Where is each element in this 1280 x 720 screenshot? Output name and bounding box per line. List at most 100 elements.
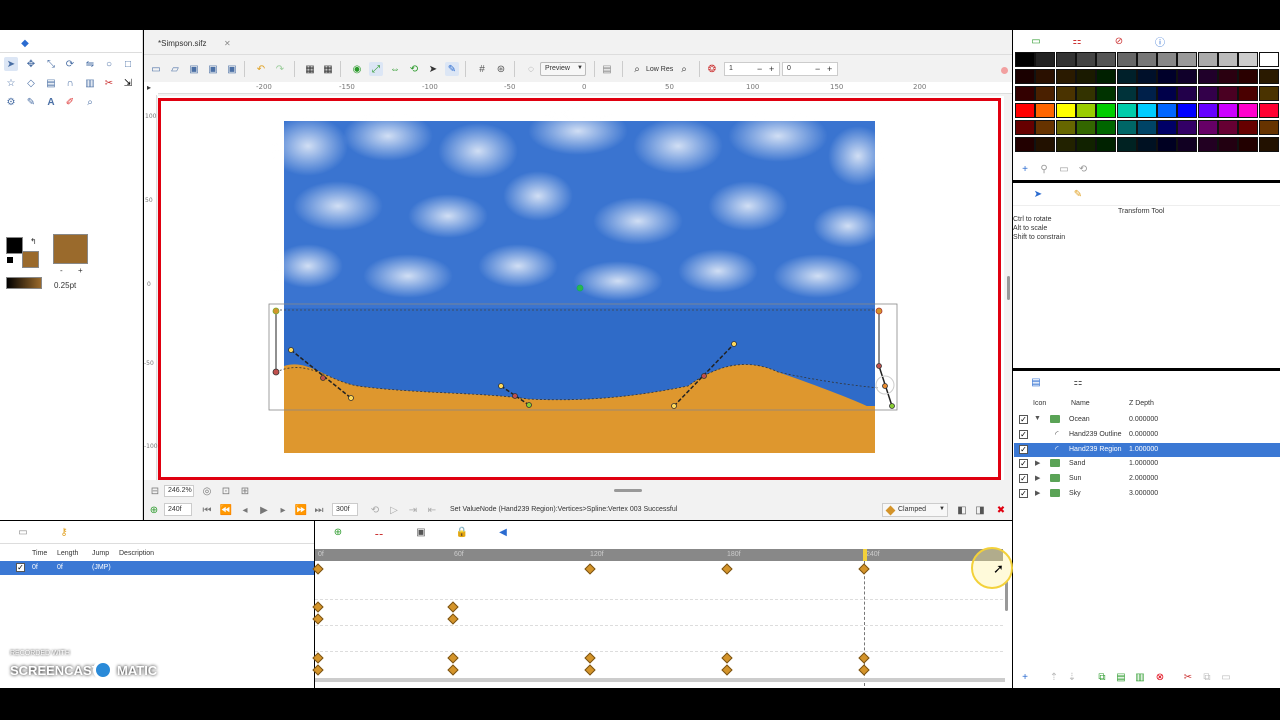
waypoint[interactable] xyxy=(858,664,870,676)
render-icon[interactable]: ▦ xyxy=(303,62,317,76)
time-cursor-marker[interactable] xyxy=(863,549,867,561)
delete-color-icon[interactable]: ⚲ xyxy=(1037,162,1051,176)
waypoint[interactable] xyxy=(312,652,324,664)
palette-swatch[interactable] xyxy=(1055,120,1076,135)
palette-swatch[interactable] xyxy=(1075,120,1096,135)
onion-future-field[interactable]: 0 − + xyxy=(782,62,838,76)
palette-swatch[interactable] xyxy=(1096,52,1117,67)
waypoint[interactable] xyxy=(447,601,459,613)
layer-visibility-checkbox[interactable]: ✓ xyxy=(1019,415,1028,424)
plus-icon[interactable]: + xyxy=(769,64,774,74)
zoom-out-icon[interactable]: ⌕ xyxy=(630,62,644,76)
raise-layer-icon[interactable]: ⇡ xyxy=(1047,670,1061,684)
smooth-move-tool-icon[interactable]: ✥ xyxy=(24,57,38,71)
show-handles-icon[interactable]: ◉ xyxy=(350,62,364,76)
palette-swatch[interactable] xyxy=(1157,137,1178,152)
waypoint[interactable] xyxy=(312,664,324,676)
palette-swatch[interactable] xyxy=(1075,52,1096,67)
canvas-artwork[interactable] xyxy=(158,96,1004,480)
palette-swatch[interactable] xyxy=(1055,69,1076,84)
palette-swatch[interactable] xyxy=(1258,120,1279,135)
palette-swatch[interactable] xyxy=(1116,52,1137,67)
zoom-fit-icon[interactable]: ◎ xyxy=(200,484,214,498)
layer-row-hand239-region[interactable]: ✓ ◜ Hand239 Region 1.000000 xyxy=(1014,443,1280,457)
end-time-field[interactable]: 300f xyxy=(332,503,358,516)
keyframes-tab-icon[interactable]: ⚷ xyxy=(57,525,71,539)
waypoint[interactable] xyxy=(721,652,733,664)
gradient-preview-large[interactable] xyxy=(53,234,88,264)
low-res-label[interactable]: Low Res xyxy=(646,66,673,73)
preview-dropdown[interactable]: Preview ▼ xyxy=(540,62,586,76)
canvas-browser-tab-icon[interactable]: ▭ xyxy=(16,525,30,539)
fill-color-swatch[interactable] xyxy=(22,251,39,268)
layer-row-sky[interactable]: ✓ ▶ Sky 3.000000 xyxy=(1014,487,1280,501)
onion-skin-icon[interactable]: ◌ xyxy=(524,62,538,76)
bounds-upper-icon[interactable]: ⇤ xyxy=(425,503,439,517)
palette-swatch[interactable] xyxy=(1015,137,1035,152)
play-bounds-icon[interactable]: ▷ xyxy=(387,503,401,517)
palette-swatch[interactable] xyxy=(1258,86,1279,101)
paste-layer-icon[interactable]: ▭ xyxy=(1219,670,1233,684)
palette-swatch[interactable] xyxy=(1238,52,1259,67)
zoom-tool-icon[interactable]: ⌕ xyxy=(83,95,97,109)
animation-mode-toggle-icon[interactable]: ✖ xyxy=(994,503,1008,517)
graphs-tab-icon[interactable]: ⚋ xyxy=(372,525,386,539)
snap-grid-icon[interactable]: ⊛ xyxy=(494,62,508,76)
palette-swatch[interactable] xyxy=(1218,69,1238,84)
palette-swatch[interactable] xyxy=(1116,137,1137,152)
save-all-icon[interactable]: ▣ xyxy=(225,62,239,76)
library-tab-icon[interactable]: ⓘ xyxy=(1153,34,1167,49)
keyframe-active-checkbox[interactable]: ✓ xyxy=(16,563,25,572)
palette-swatch[interactable] xyxy=(1197,52,1218,67)
loop-icon[interactable]: ⟲ xyxy=(368,503,382,517)
palette-swatch[interactable] xyxy=(1218,86,1238,101)
add-color-icon[interactable]: + xyxy=(1018,162,1032,176)
star-tool-icon[interactable]: ☆ xyxy=(4,76,18,90)
waypoint[interactable] xyxy=(312,613,324,625)
palette-swatch[interactable] xyxy=(1055,137,1076,152)
mirror-tool-icon[interactable]: ⇋ xyxy=(83,57,97,71)
palette-swatch[interactable] xyxy=(1055,86,1076,101)
prev-keyframe-icon[interactable]: ⏪ xyxy=(219,503,233,517)
open-palette-icon[interactable]: ▭ xyxy=(1057,162,1071,176)
minus-icon[interactable]: − xyxy=(757,64,762,74)
waypoint[interactable] xyxy=(584,563,596,575)
palette-swatch[interactable] xyxy=(1116,120,1137,135)
cut-layer-icon[interactable]: ✂ xyxy=(1181,670,1195,684)
palette-swatch[interactable] xyxy=(1238,137,1259,152)
next-frame-icon[interactable]: ▸ xyxy=(276,503,290,517)
close-tab-icon[interactable]: ✕ xyxy=(224,39,231,48)
palette-swatch[interactable] xyxy=(1116,103,1137,118)
palette-swatch[interactable] xyxy=(1177,137,1198,152)
next-keyframe-icon[interactable]: ⏩ xyxy=(294,503,308,517)
waypoint[interactable] xyxy=(447,652,459,664)
width-tool-icon[interactable]: ⇲ xyxy=(121,76,135,90)
waypoint[interactable] xyxy=(721,664,733,676)
palette-swatch[interactable] xyxy=(1136,52,1157,67)
palette-swatch[interactable] xyxy=(1075,103,1096,118)
palette-swatch[interactable] xyxy=(1035,103,1056,118)
expander-icon[interactable]: ▶ xyxy=(1035,489,1040,497)
outline-width-value[interactable]: 0.25pt xyxy=(54,281,76,290)
waypoint[interactable] xyxy=(584,652,596,664)
synfig-logo-icon[interactable]: ◆ xyxy=(18,36,32,50)
bone-tool-icon[interactable]: ⚙ xyxy=(4,95,18,109)
waypoint[interactable] xyxy=(312,563,324,575)
palette-swatch[interactable] xyxy=(1096,120,1117,135)
bone-ducks-icon[interactable]: ✎ xyxy=(445,62,459,76)
palette-swatch[interactable] xyxy=(1096,103,1117,118)
play-icon[interactable]: ▶ xyxy=(257,503,271,517)
eyedropper-tool-icon[interactable]: ✎ xyxy=(24,95,38,109)
palette-swatch[interactable] xyxy=(1055,52,1076,67)
expander-icon[interactable]: ▶ xyxy=(1035,459,1040,467)
bounds-lower-icon[interactable]: ⇥ xyxy=(406,503,420,517)
palette-swatch[interactable] xyxy=(1177,103,1198,118)
swap-colors-icon[interactable]: ↰ xyxy=(30,237,37,246)
palette-swatch[interactable] xyxy=(1015,69,1035,84)
layer-visibility-checkbox[interactable]: ✓ xyxy=(1019,430,1028,439)
sketch-tool-icon[interactable]: ✐ xyxy=(63,95,77,109)
palette-swatch[interactable] xyxy=(1157,69,1178,84)
palette-swatch[interactable] xyxy=(1197,86,1218,101)
layer-row-ocean[interactable]: ✓ ▼ Ocean 0.000000 xyxy=(1014,413,1280,427)
seek-begin-icon[interactable]: ⏮ xyxy=(200,503,214,517)
